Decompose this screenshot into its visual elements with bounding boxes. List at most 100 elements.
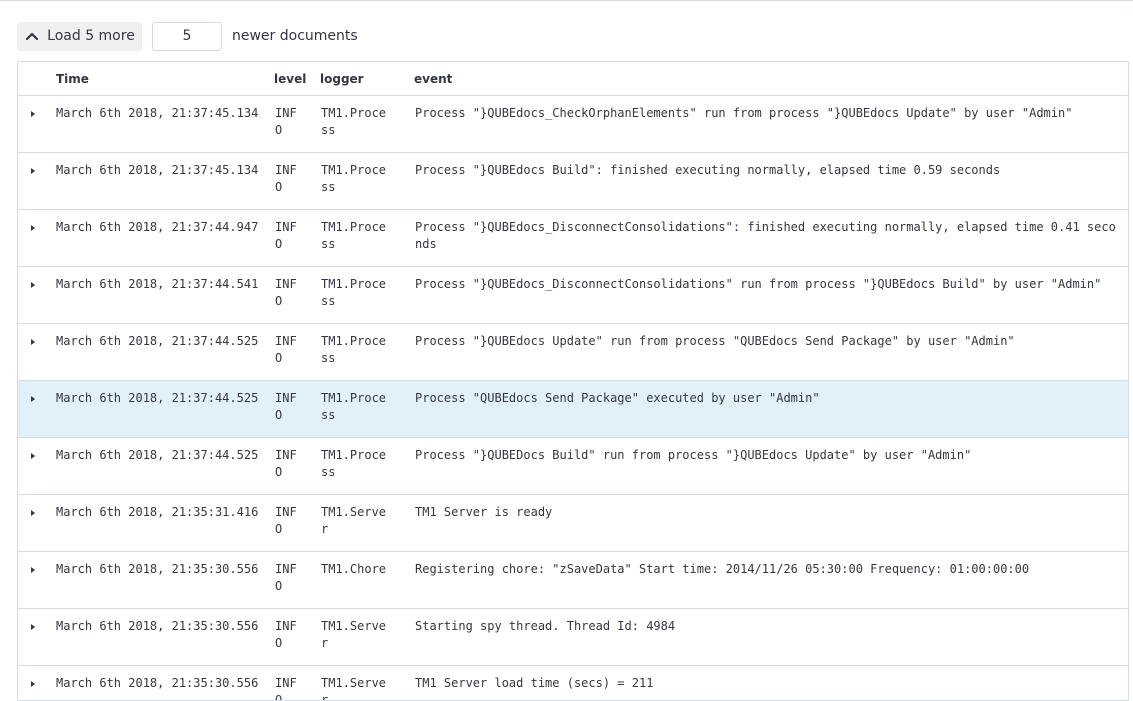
cell-logger: TM1.Process bbox=[320, 381, 414, 438]
cell-time: March 6th 2018, 21:37:45.134 bbox=[55, 96, 274, 153]
logger-text: TM1.Server bbox=[321, 675, 393, 701]
cell-logger: TM1.Process bbox=[320, 96, 414, 153]
row-toggle-cell[interactable] bbox=[18, 552, 55, 609]
cell-level: INFO bbox=[274, 552, 320, 609]
cell-logger: TM1.Server bbox=[320, 666, 414, 701]
load-more-label: Load 5 more bbox=[47, 28, 135, 44]
caret-right-icon[interactable] bbox=[31, 339, 35, 345]
logger-text: TM1.Process bbox=[321, 390, 393, 424]
cell-event: Process "}QUBEdocs Build": finished exec… bbox=[414, 153, 1128, 210]
logger-text: TM1.Server bbox=[321, 618, 393, 652]
row-toggle-cell[interactable] bbox=[18, 267, 55, 324]
caret-right-icon[interactable] bbox=[31, 567, 35, 573]
header-logger[interactable]: logger bbox=[320, 62, 414, 96]
pagination-toolbar: Load 5 more newer documents bbox=[17, 21, 358, 51]
cell-event: Starting spy thread. Thread Id: 4984 bbox=[414, 609, 1128, 666]
cell-logger: TM1.Chore bbox=[320, 552, 414, 609]
row-toggle-cell[interactable] bbox=[18, 210, 55, 267]
cell-logger: TM1.Process bbox=[320, 324, 414, 381]
cell-event: Process "}QUBEdocs_DisconnectConsolidati… bbox=[414, 267, 1128, 324]
header-toggle bbox=[18, 62, 55, 96]
caret-right-icon[interactable] bbox=[31, 624, 35, 630]
cell-time: March 6th 2018, 21:37:44.525 bbox=[55, 324, 274, 381]
cell-time: March 6th 2018, 21:35:30.556 bbox=[55, 666, 274, 701]
level-text: INFO bbox=[275, 504, 297, 538]
cell-level: INFO bbox=[274, 438, 320, 495]
table-row[interactable]: March 6th 2018, 21:37:45.134INFO TM1.Proc… bbox=[18, 96, 1128, 153]
cell-level: INFO bbox=[274, 96, 320, 153]
cell-event: TM1 Server load time (secs) = 211 bbox=[414, 666, 1128, 701]
top-divider bbox=[0, 0, 1133, 1]
row-toggle-cell[interactable] bbox=[18, 153, 55, 210]
table-row[interactable]: March 6th 2018, 21:35:30.556INFO TM1.Chor… bbox=[18, 552, 1128, 609]
level-text: INFO bbox=[275, 390, 297, 424]
row-toggle-cell[interactable] bbox=[18, 438, 55, 495]
cell-time: March 6th 2018, 21:37:44.541 bbox=[55, 267, 274, 324]
table-row[interactable]: March 6th 2018, 21:37:44.541INFO TM1.Proc… bbox=[18, 267, 1128, 324]
cell-logger: TM1.Process bbox=[320, 267, 414, 324]
logger-text: TM1.Process bbox=[321, 276, 393, 310]
table-row[interactable]: March 6th 2018, 21:35:31.416INFOTM1.Serv… bbox=[18, 495, 1128, 552]
level-text: INFO bbox=[275, 162, 297, 196]
level-text: INFO bbox=[275, 276, 297, 310]
level-text: INFO bbox=[275, 561, 297, 595]
cell-level: INFO bbox=[274, 495, 320, 552]
table-row[interactable]: March 6th 2018, 21:37:44.525INFO TM1.Proc… bbox=[18, 438, 1128, 495]
cell-event: Process "}QUBEdocs_CheckOrphanElements" … bbox=[414, 96, 1128, 153]
cell-time: March 6th 2018, 21:37:44.525 bbox=[55, 438, 274, 495]
row-toggle-cell[interactable] bbox=[18, 666, 55, 701]
table-header-row: Time level logger event bbox=[18, 62, 1128, 96]
cell-time: March 6th 2018, 21:37:44.947 bbox=[55, 210, 274, 267]
cell-logger: TM1.Server bbox=[320, 609, 414, 666]
logger-text: TM1.Process bbox=[321, 162, 393, 196]
cell-event: Process "}QUBEdocs_DisconnectConsolidati… bbox=[414, 210, 1128, 267]
load-count-input[interactable] bbox=[152, 22, 222, 51]
row-toggle-cell[interactable] bbox=[18, 609, 55, 666]
logger-text: TM1.Process bbox=[321, 219, 393, 253]
row-toggle-cell[interactable] bbox=[18, 381, 55, 438]
cell-time: March 6th 2018, 21:37:45.134 bbox=[55, 153, 274, 210]
level-text: INFO bbox=[275, 105, 297, 139]
cell-level: INFO bbox=[274, 666, 320, 701]
header-level[interactable]: level bbox=[274, 62, 320, 96]
cell-event: TM1 Server is ready bbox=[414, 495, 1128, 552]
table-row[interactable]: March 6th 2018, 21:37:44.525INFO TM1.Proc… bbox=[18, 381, 1128, 438]
table-row[interactable]: March 6th 2018, 21:35:30.556INFOTM1.Serv… bbox=[18, 609, 1128, 666]
header-event[interactable]: event bbox=[414, 62, 1128, 96]
cell-event: Process "}QUBEdocs Update" run from proc… bbox=[414, 324, 1128, 381]
chevron-up-icon bbox=[24, 30, 40, 42]
table-row[interactable]: March 6th 2018, 21:37:44.525INFO TM1.Proc… bbox=[18, 324, 1128, 381]
cell-time: March 6th 2018, 21:35:30.556 bbox=[55, 552, 274, 609]
table-row[interactable]: March 6th 2018, 21:35:30.556INFOTM1.Serv… bbox=[18, 666, 1128, 701]
cell-event: Registering chore: "zSaveData" Start tim… bbox=[414, 552, 1128, 609]
row-toggle-cell[interactable] bbox=[18, 96, 55, 153]
level-text: INFO bbox=[275, 219, 297, 253]
caret-right-icon[interactable] bbox=[31, 168, 35, 174]
cell-time: March 6th 2018, 21:37:44.525 bbox=[55, 381, 274, 438]
load-more-button[interactable]: Load 5 more bbox=[17, 22, 142, 51]
logger-text: TM1.Process bbox=[321, 447, 393, 481]
cell-logger: TM1.Process bbox=[320, 438, 414, 495]
cell-level: INFO bbox=[274, 324, 320, 381]
level-text: INFO bbox=[275, 333, 297, 367]
caret-right-icon[interactable] bbox=[31, 681, 35, 687]
cell-level: INFO bbox=[274, 153, 320, 210]
cell-logger: TM1.Process bbox=[320, 210, 414, 267]
caret-right-icon[interactable] bbox=[31, 282, 35, 288]
newer-documents-label: newer documents bbox=[232, 28, 358, 44]
table-row[interactable]: March 6th 2018, 21:37:45.134INFO TM1.Proc… bbox=[18, 153, 1128, 210]
cell-level: INFO bbox=[274, 267, 320, 324]
caret-right-icon[interactable] bbox=[31, 225, 35, 231]
logger-text: TM1.Chore bbox=[321, 561, 393, 578]
cell-logger: TM1.Process bbox=[320, 153, 414, 210]
row-toggle-cell[interactable] bbox=[18, 495, 55, 552]
row-toggle-cell[interactable] bbox=[18, 324, 55, 381]
level-text: INFO bbox=[275, 447, 297, 481]
header-time[interactable]: Time bbox=[55, 62, 274, 96]
cell-event: Process "}QUBEDocs Build" run from proce… bbox=[414, 438, 1128, 495]
table-row[interactable]: March 6th 2018, 21:37:44.947INFO TM1.Proc… bbox=[18, 210, 1128, 267]
caret-right-icon[interactable] bbox=[31, 111, 35, 117]
caret-right-icon[interactable] bbox=[31, 396, 35, 402]
caret-right-icon[interactable] bbox=[31, 453, 35, 459]
caret-right-icon[interactable] bbox=[31, 510, 35, 516]
